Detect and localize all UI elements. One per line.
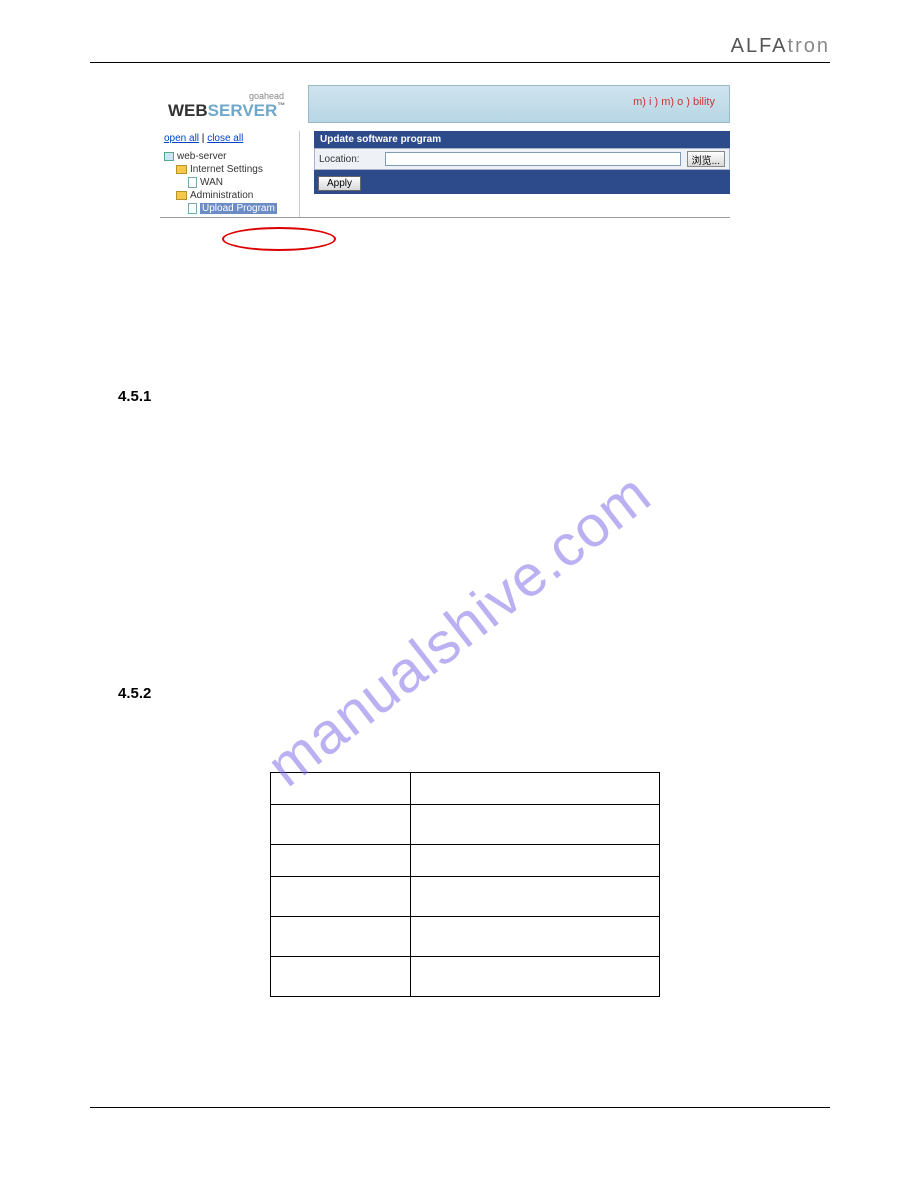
table-cell [271,845,411,877]
table-cell [411,805,660,845]
brand-part2: tron [788,35,830,57]
tree-node-wan[interactable]: WAN [164,176,295,189]
main-panel: Update software program Location: 浏览... … [314,131,730,217]
brand-part1: ALFA [731,35,788,57]
table-cell [271,805,411,845]
tree-label-selected: Upload Program [200,203,277,214]
web-word: WEB [168,101,208,120]
tree-node-upload-program[interactable]: Upload Program [164,202,295,215]
tree-label: Internet Settings [190,164,263,175]
close-all-link[interactable]: close all [207,133,243,144]
top-banner: m) i ) m) o ) bility [308,85,730,123]
webserver-logo: goahead WEBSERVER™ [160,85,300,123]
page-header: ALFAtron [90,35,830,63]
apply-row: Apply [314,170,730,194]
table-cell [411,773,660,805]
spec-table [270,772,660,997]
file-icon [188,177,197,188]
tree-node-webserver[interactable]: web-server [164,150,295,163]
location-input[interactable] [385,152,681,166]
open-all-link[interactable]: open all [164,133,199,144]
red-circle-annotation [222,227,336,251]
embedded-screenshot: goahead WEBSERVER™ m) i ) m) o ) bility … [160,85,730,218]
webserver-text: WEBSERVER™ [168,101,292,121]
tree-label: web-server [177,151,226,162]
computer-icon [164,152,174,161]
table-cell [411,877,660,917]
tree-node-internet-settings[interactable]: Internet Settings [164,163,295,176]
server-word: SERVER [208,101,278,120]
table-cell [271,917,411,957]
table-cell [411,917,660,957]
folder-icon [176,165,187,174]
update-panel-header: Update software program [314,131,730,148]
brand-logo: ALFAtron [731,35,830,58]
tree-controls: open all | close all [164,133,295,144]
table-cell [271,877,411,917]
table-cell [271,773,411,805]
table-cell [411,845,660,877]
location-row: Location: 浏览... [314,148,730,170]
tree-label: Administration [190,190,253,201]
footer-divider [90,1107,830,1108]
goahead-text: goahead [168,91,292,101]
browse-button[interactable]: 浏览... [687,151,725,167]
mimo-logo: m) i ) m) o ) bility [633,96,715,108]
table-cell [271,957,411,997]
file-icon [188,203,197,214]
table-cell [411,957,660,997]
section-heading-452: 4.5.2 [118,685,830,702]
tree-sep: | [199,133,207,144]
tm-symbol: ™ [277,101,285,110]
tree-node-administration[interactable]: Administration [164,189,295,202]
folder-icon [176,191,187,200]
location-label: Location: [319,154,379,165]
section-heading-451: 4.5.1 [118,388,830,405]
nav-tree: open all | close all web-server Internet… [160,131,300,217]
tree-label: WAN [200,177,223,188]
apply-button[interactable]: Apply [318,176,361,191]
